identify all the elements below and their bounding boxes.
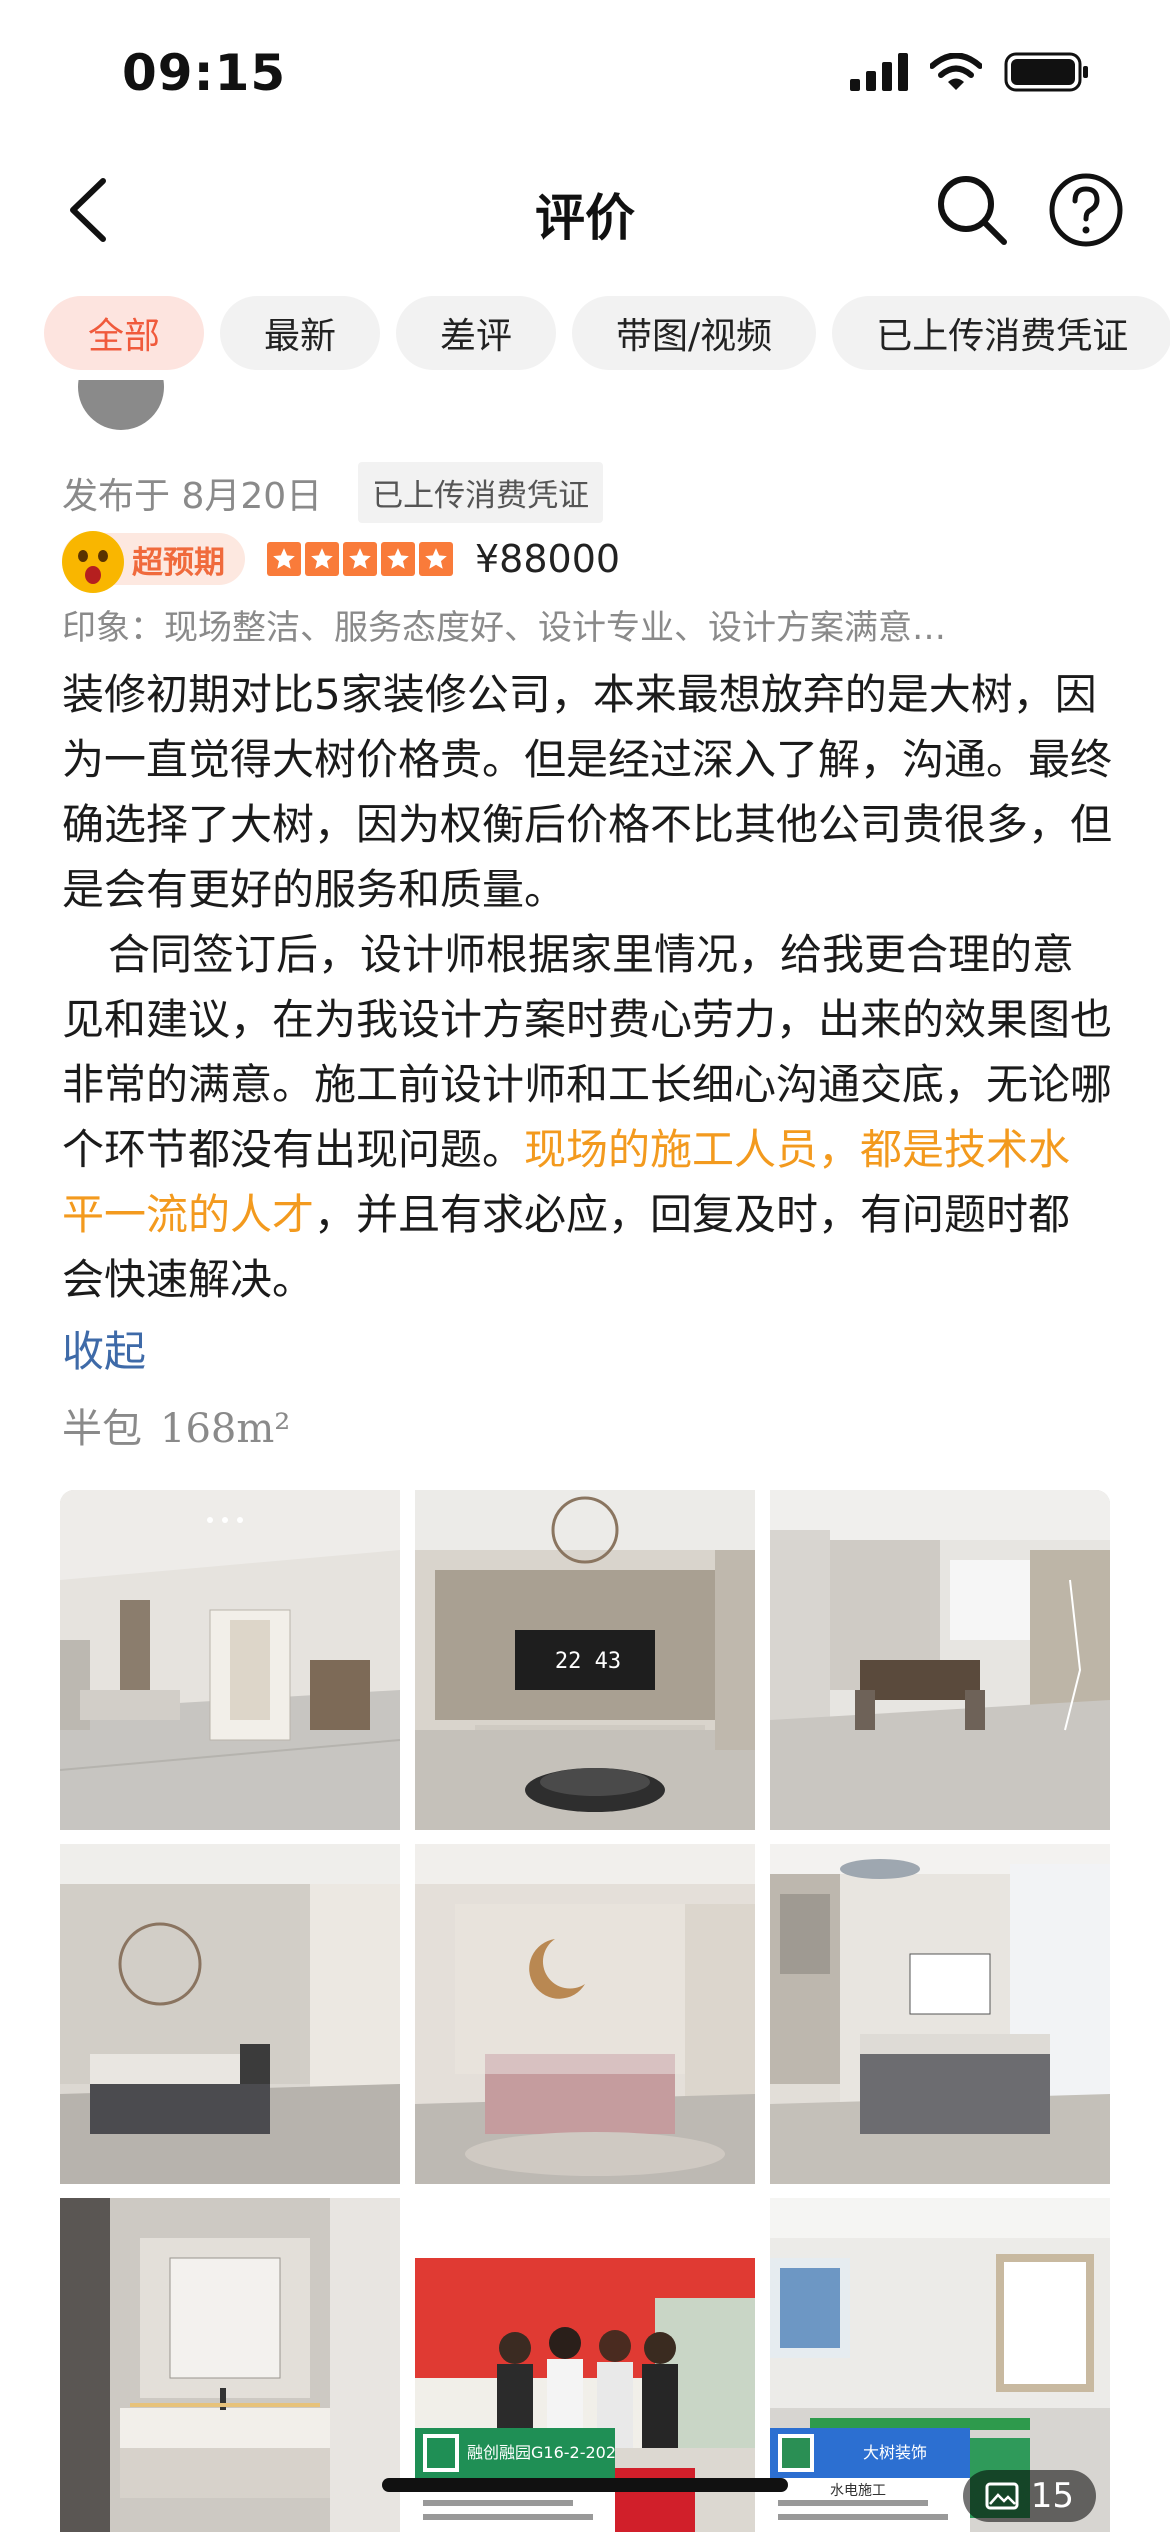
star-icon xyxy=(419,542,453,576)
avatar[interactable] xyxy=(78,380,164,432)
filter-bar: 全部 最新 差评 带图/视频 已上传消费凭证 xyxy=(44,296,1170,376)
status-bar: 09:15 xyxy=(0,0,1170,150)
collapse-link[interactable]: 收起 xyxy=(62,1318,146,1379)
company-tag: 大树装饰 xyxy=(862,2443,927,2462)
package-type: 半包 xyxy=(62,1406,142,1452)
review-photo[interactable] xyxy=(60,2198,400,2532)
review-photo[interactable]: 大树装饰 水电施工 15 xyxy=(770,2198,1110,2532)
review-meta: 发布于 8月20日 已上传消费凭证 xyxy=(62,462,604,523)
rating-row: 超预期 ¥88000 xyxy=(62,528,621,593)
tv-clock: 22 43 xyxy=(554,1649,622,1674)
review-paragraph-2: 合同签订后，设计师根据家里情况，给我更合理的意见和建议，在为我设计方案时费心劳力… xyxy=(62,922,1112,1312)
surprised-face-icon xyxy=(62,531,124,593)
wifi-icon xyxy=(930,53,982,90)
star-rating xyxy=(267,542,453,576)
photo-grid: 22 43 融创融园G16-2-202 大树装饰 水电施工 15 xyxy=(60,1490,1110,2532)
filter-chip-media[interactable]: 带图/视频 xyxy=(572,296,817,370)
review-photo[interactable]: 22 43 xyxy=(415,1490,755,1830)
photo-count-badge[interactable]: 15 xyxy=(962,2470,1096,2522)
project-tag: 融创融园G16-2-202 xyxy=(467,2443,617,2462)
publish-date: 发布于 8月20日 xyxy=(62,475,323,517)
signal-icon xyxy=(850,53,908,91)
review-photo[interactable] xyxy=(770,1490,1110,1830)
star-icon xyxy=(267,542,301,576)
work-type-tag: 水电施工 xyxy=(830,2483,886,2499)
photo-count: 15 xyxy=(1030,2476,1074,2516)
exceed-badge: 超预期 xyxy=(62,531,245,593)
star-icon xyxy=(381,542,415,576)
impression-tags: 印象：现场整洁、服务态度好、设计专业、设计方案满意… xyxy=(62,608,946,648)
status-icons xyxy=(850,52,1090,92)
image-icon xyxy=(985,2482,1019,2510)
nav-bar: 评价 xyxy=(0,150,1170,270)
star-icon xyxy=(305,542,339,576)
review-photo[interactable] xyxy=(60,1844,400,2184)
home-indicator xyxy=(382,2478,788,2492)
review-photo[interactable] xyxy=(60,1490,400,1830)
star-icon xyxy=(343,542,377,576)
exceed-label: 超预期 xyxy=(132,544,225,581)
help-button[interactable] xyxy=(1046,170,1126,250)
review-text: 装修初期对比5家装修公司，本来最想放弃的是大树，因为一直觉得大树价格贵。但是经过… xyxy=(62,662,1112,1312)
battery-icon xyxy=(1004,52,1088,92)
review-paragraph-1: 装修初期对比5家装修公司，本来最想放弃的是大树，因为一直觉得大树价格贵。但是经过… xyxy=(62,670,1113,914)
price: ¥88000 xyxy=(475,537,621,581)
search-icon xyxy=(938,176,1007,245)
status-time: 09:15 xyxy=(122,44,287,102)
filter-chip-negative[interactable]: 差评 xyxy=(396,296,557,370)
filter-chip-latest[interactable]: 最新 xyxy=(220,296,381,370)
voucher-tag: 已上传消费凭证 xyxy=(358,462,604,523)
search-button[interactable] xyxy=(934,172,1010,248)
filter-chip-all[interactable]: 全部 xyxy=(44,296,205,370)
house-area: 168m² xyxy=(160,1406,291,1452)
review-photo[interactable] xyxy=(770,1844,1110,2184)
filter-chip-voucher[interactable]: 已上传消费凭证 xyxy=(832,296,1170,370)
review-photo[interactable] xyxy=(415,1844,755,2184)
help-icon xyxy=(1049,173,1123,247)
house-info: 半包 168m² xyxy=(62,1396,290,1454)
